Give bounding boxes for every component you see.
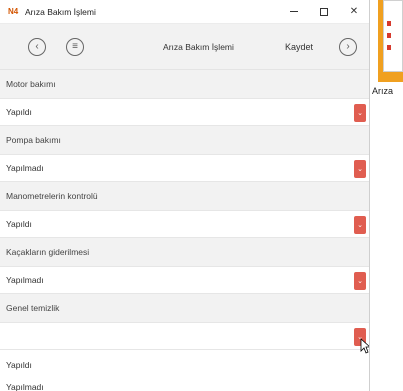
select-value: Yapıldı xyxy=(6,219,32,229)
app-icon: N4 xyxy=(8,6,19,16)
menu-icon: ≡ xyxy=(72,40,78,52)
form: Motor bakımı Yapıldı ⌄ Pompa bakımı Yapı… xyxy=(0,70,369,391)
maximize-button[interactable] xyxy=(309,0,339,24)
app-window: N4 Arıza Bakım İşlemi ✕ ‹ ≡ Arıza Bakım … xyxy=(0,0,370,391)
menu-button[interactable]: ≡ xyxy=(66,37,84,56)
chevron-right-icon: › xyxy=(346,40,350,52)
field-label-pompa: Pompa bakımı xyxy=(0,126,369,154)
field-label-manometre: Manometrelerin kontrolü xyxy=(0,182,369,210)
title-bar: N4 Arıza Bakım İşlemi ✕ xyxy=(0,0,369,24)
page-title: Arıza Bakım İşlemi xyxy=(163,41,234,52)
select-temizlik[interactable]: ⌄ xyxy=(0,322,369,350)
close-icon: ✕ xyxy=(349,6,359,17)
select-kacak[interactable]: Yapılmadı ⌄ xyxy=(0,266,369,294)
save-button[interactable]: Kaydet xyxy=(285,42,313,52)
select-value: Yapılmadı xyxy=(6,163,44,173)
chevron-down-icon[interactable]: ⌄ xyxy=(354,160,366,178)
field-label-kacak: Kaçakların giderilmesi xyxy=(0,238,369,266)
select-manometre[interactable]: Yapıldı ⌄ xyxy=(0,210,369,238)
select-value: Yapılmadı xyxy=(6,275,44,285)
chevron-down-icon[interactable]: ⌄ xyxy=(354,104,366,122)
document-bar xyxy=(387,45,391,50)
field-label-motor: Motor bakımı xyxy=(0,70,369,98)
window-title: Arıza Bakım İşlemi xyxy=(25,6,96,17)
mouse-cursor-icon xyxy=(360,338,369,354)
desktop-shortcut-label[interactable]: i Arıza xyxy=(368,86,393,96)
document-bar xyxy=(387,33,391,38)
chevron-left-icon: ‹ xyxy=(35,40,39,52)
chevron-down-icon[interactable]: ⌄ xyxy=(354,216,366,234)
select-value: Yapıldı xyxy=(6,107,32,117)
chevron-down-icon[interactable]: ⌄ xyxy=(354,272,366,290)
forward-button[interactable]: › xyxy=(339,37,357,56)
document-bar xyxy=(387,21,391,26)
field-label-temizlik: Genel temizlik xyxy=(0,294,369,322)
toolbar: ‹ ≡ Arıza Bakım İşlemi Kaydet › xyxy=(0,24,369,70)
select-pompa[interactable]: Yapılmadı ⌄ xyxy=(0,154,369,182)
minimize-icon xyxy=(290,11,298,12)
back-button[interactable]: ‹ xyxy=(28,37,46,56)
dropdown-option[interactable]: Yapılmadı xyxy=(0,376,369,391)
close-button[interactable]: ✕ xyxy=(339,0,369,24)
dropdown-option[interactable]: Yapıldı xyxy=(0,354,369,376)
document-icon xyxy=(383,0,403,72)
maximize-icon xyxy=(320,7,328,16)
minimize-button[interactable] xyxy=(279,0,309,24)
select-motor[interactable]: Yapıldı ⌄ xyxy=(0,98,369,126)
dropdown-list: Yapıldı Yapılmadı xyxy=(0,350,369,391)
